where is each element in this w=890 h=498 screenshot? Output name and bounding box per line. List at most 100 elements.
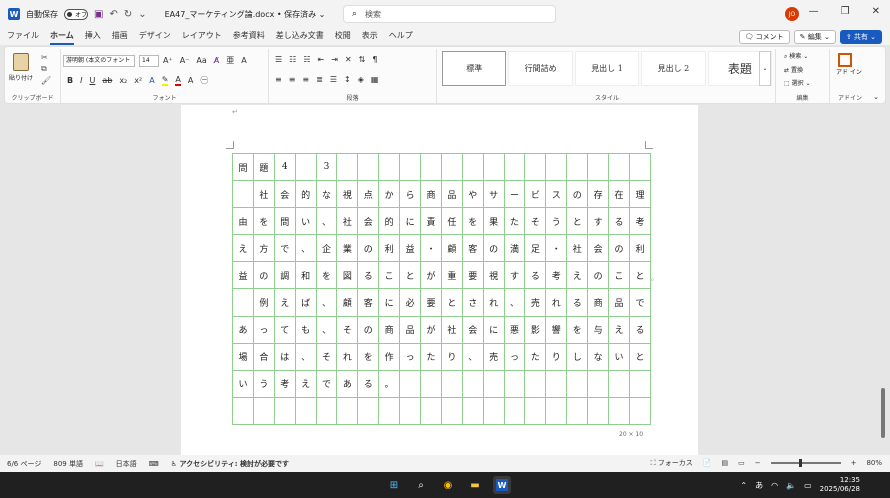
genkou-cell[interactable]: 商: [587, 288, 610, 317]
genkou-cell[interactable]: え: [566, 261, 589, 290]
genkou-cell[interactable]: 由: [232, 207, 254, 236]
font-color-icon[interactable]: A: [175, 75, 181, 86]
style-heading-2[interactable]: 見出し 2: [641, 51, 706, 86]
genkou-cell[interactable]: [628, 369, 652, 398]
genkou-cell[interactable]: [378, 152, 401, 182]
genkou-cell[interactable]: 要: [420, 288, 442, 317]
page-count[interactable]: 6/6 ページ: [7, 459, 41, 469]
numbering-icon[interactable]: ☷: [289, 55, 296, 64]
genkou-cell[interactable]: と: [440, 288, 463, 317]
genkou-cell[interactable]: 、: [461, 342, 484, 371]
find-button[interactable]: ⌕ 検索 ⌄: [784, 51, 811, 61]
vertical-scrollbar[interactable]: [880, 108, 886, 453]
genkou-cell[interactable]: 和: [294, 261, 317, 290]
genkou-cell[interactable]: [461, 396, 484, 426]
genkou-cell[interactable]: さ: [461, 288, 484, 317]
align-center-icon[interactable]: ≡: [289, 75, 296, 84]
genkou-cell[interactable]: に: [378, 288, 401, 317]
genkou-cell[interactable]: [252, 396, 275, 426]
genkou-cell[interactable]: す: [503, 261, 526, 290]
genkou-cell[interactable]: [273, 396, 296, 426]
genkou-cell[interactable]: 会: [273, 180, 296, 209]
character-shading-icon[interactable]: A: [188, 76, 193, 85]
format-painter-icon[interactable]: 🖌: [41, 76, 51, 85]
genkou-cell[interactable]: 方: [252, 234, 275, 263]
genkou-cell[interactable]: 商: [378, 315, 401, 344]
font-size-select[interactable]: 14: [139, 55, 159, 67]
genkou-cell[interactable]: 任: [440, 207, 463, 236]
genkou-cell[interactable]: を: [566, 315, 589, 344]
genkou-cell[interactable]: 社: [440, 315, 463, 344]
subscript-icon[interactable]: x₂: [119, 76, 127, 85]
genkou-cell[interactable]: で: [315, 369, 338, 398]
minimize-icon[interactable]: —: [809, 6, 819, 17]
genkou-cell[interactable]: [357, 152, 380, 182]
sort-icon[interactable]: ⇅: [359, 55, 366, 64]
comment-button[interactable]: 🗨 コメント: [738, 30, 790, 44]
genkou-cell[interactable]: [336, 396, 359, 426]
genkou-cell[interactable]: 問: [273, 207, 296, 236]
genkou-cell[interactable]: 視: [482, 261, 505, 290]
genkou-cell[interactable]: 作: [378, 342, 401, 371]
start-icon[interactable]: ⊞: [385, 476, 403, 494]
genkou-cell[interactable]: [608, 152, 630, 182]
genkou-cell[interactable]: る: [566, 288, 589, 317]
zoom-in-icon[interactable]: +: [851, 459, 857, 467]
genkou-cell[interactable]: と: [628, 342, 652, 371]
genkou-cell[interactable]: 、: [294, 234, 317, 263]
language[interactable]: 日本語: [116, 459, 137, 469]
genkou-cell[interactable]: [420, 369, 442, 398]
genkou-cell[interactable]: ビ: [524, 180, 547, 209]
grow-font-icon[interactable]: A⁺: [163, 56, 173, 65]
genkou-cell[interactable]: 企: [315, 234, 338, 263]
genkou-cell[interactable]: [420, 152, 442, 182]
tab-mailings[interactable]: 差し込み文書: [276, 28, 324, 45]
genkou-cell[interactable]: な: [587, 342, 610, 371]
scroll-thumb[interactable]: [881, 388, 885, 438]
genkou-cell[interactable]: ば: [294, 288, 317, 317]
genkou-cell[interactable]: 品: [440, 180, 463, 209]
genkou-cell[interactable]: て: [273, 315, 296, 344]
genkou-cell[interactable]: と: [399, 261, 422, 290]
genkou-cell[interactable]: 、: [503, 288, 526, 317]
genkou-cell[interactable]: [440, 369, 463, 398]
copy-icon[interactable]: ⧉: [41, 64, 51, 74]
genkou-cell[interactable]: 、: [294, 342, 317, 371]
genkou-cell[interactable]: 果: [482, 207, 505, 236]
genkou-cell[interactable]: 要: [461, 261, 484, 290]
maximize-icon[interactable]: ❐: [841, 6, 850, 17]
font-name-select[interactable]: 游明朝 (本文のフォント: [63, 55, 135, 67]
genkou-cell[interactable]: [545, 369, 568, 398]
genkou-cell[interactable]: [315, 396, 338, 426]
genkou-cell[interactable]: え: [608, 315, 630, 344]
genkou-cell[interactable]: た: [420, 342, 442, 371]
genkou-cell[interactable]: も: [294, 315, 317, 344]
genkou-cell[interactable]: [294, 396, 317, 426]
genkou-cell[interactable]: 的: [294, 180, 317, 209]
shrink-font-icon[interactable]: A⁻: [180, 56, 190, 65]
undo-icon[interactable]: ↶: [109, 9, 117, 20]
genkou-cell[interactable]: と: [628, 261, 652, 290]
genkou-cell[interactable]: 図: [336, 261, 359, 290]
style-gallery-more-button[interactable]: ⌄: [759, 51, 771, 86]
genkou-cell[interactable]: か: [378, 180, 401, 209]
zoom-slider[interactable]: [770, 459, 841, 467]
genkou-cell[interactable]: [232, 396, 254, 426]
genkou-cell[interactable]: 在: [608, 180, 630, 209]
genkou-cell[interactable]: [294, 152, 317, 182]
character-border-icon[interactable]: A: [241, 56, 246, 65]
genkou-cell[interactable]: 考: [628, 207, 652, 236]
genkou-cell[interactable]: 理: [628, 180, 652, 209]
genkou-cell[interactable]: 調: [273, 261, 296, 290]
genkou-cell[interactable]: 顧: [440, 234, 463, 263]
italic-icon[interactable]: I: [80, 76, 82, 85]
redo-icon[interactable]: ↻: [124, 9, 132, 20]
genkou-cell[interactable]: 社: [566, 234, 589, 263]
genkou-cell[interactable]: 社: [252, 180, 275, 209]
cut-icon[interactable]: ✂: [41, 53, 51, 62]
genkou-cell[interactable]: る: [608, 207, 630, 236]
genkou-cell[interactable]: の: [357, 234, 380, 263]
genkou-cell[interactable]: 責: [420, 207, 442, 236]
genkou-cell[interactable]: 顧: [336, 288, 359, 317]
borders-icon[interactable]: ▦: [371, 75, 379, 84]
